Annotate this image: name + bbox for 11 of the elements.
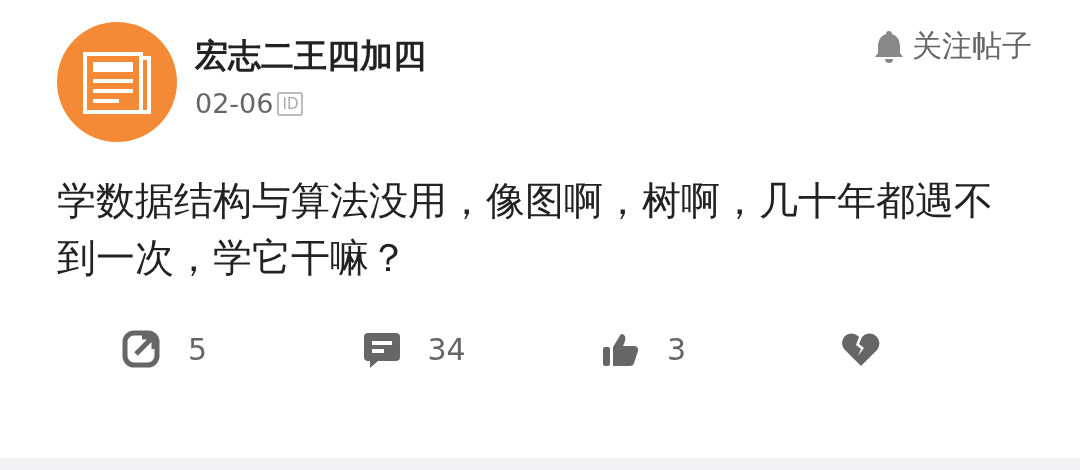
author-name[interactable]: 宏志二王四加四 — [195, 36, 426, 76]
share-icon[interactable] — [122, 330, 162, 370]
post-date: 02-06 — [195, 88, 274, 120]
bell-icon — [874, 29, 904, 63]
action-count: 5 — [188, 332, 208, 368]
action-count: 34 — [427, 332, 466, 368]
action-count: 3 — [667, 332, 687, 368]
follow-button[interactable]: 关注帖子 — [874, 26, 1032, 66]
id-badge: ID — [277, 92, 304, 116]
post-text: 学数据结构与算法没用，像图啊，树啊，几十年都遇不到一次，学它干嘛？ — [57, 177, 994, 282]
comment-icon[interactable] — [361, 330, 402, 370]
